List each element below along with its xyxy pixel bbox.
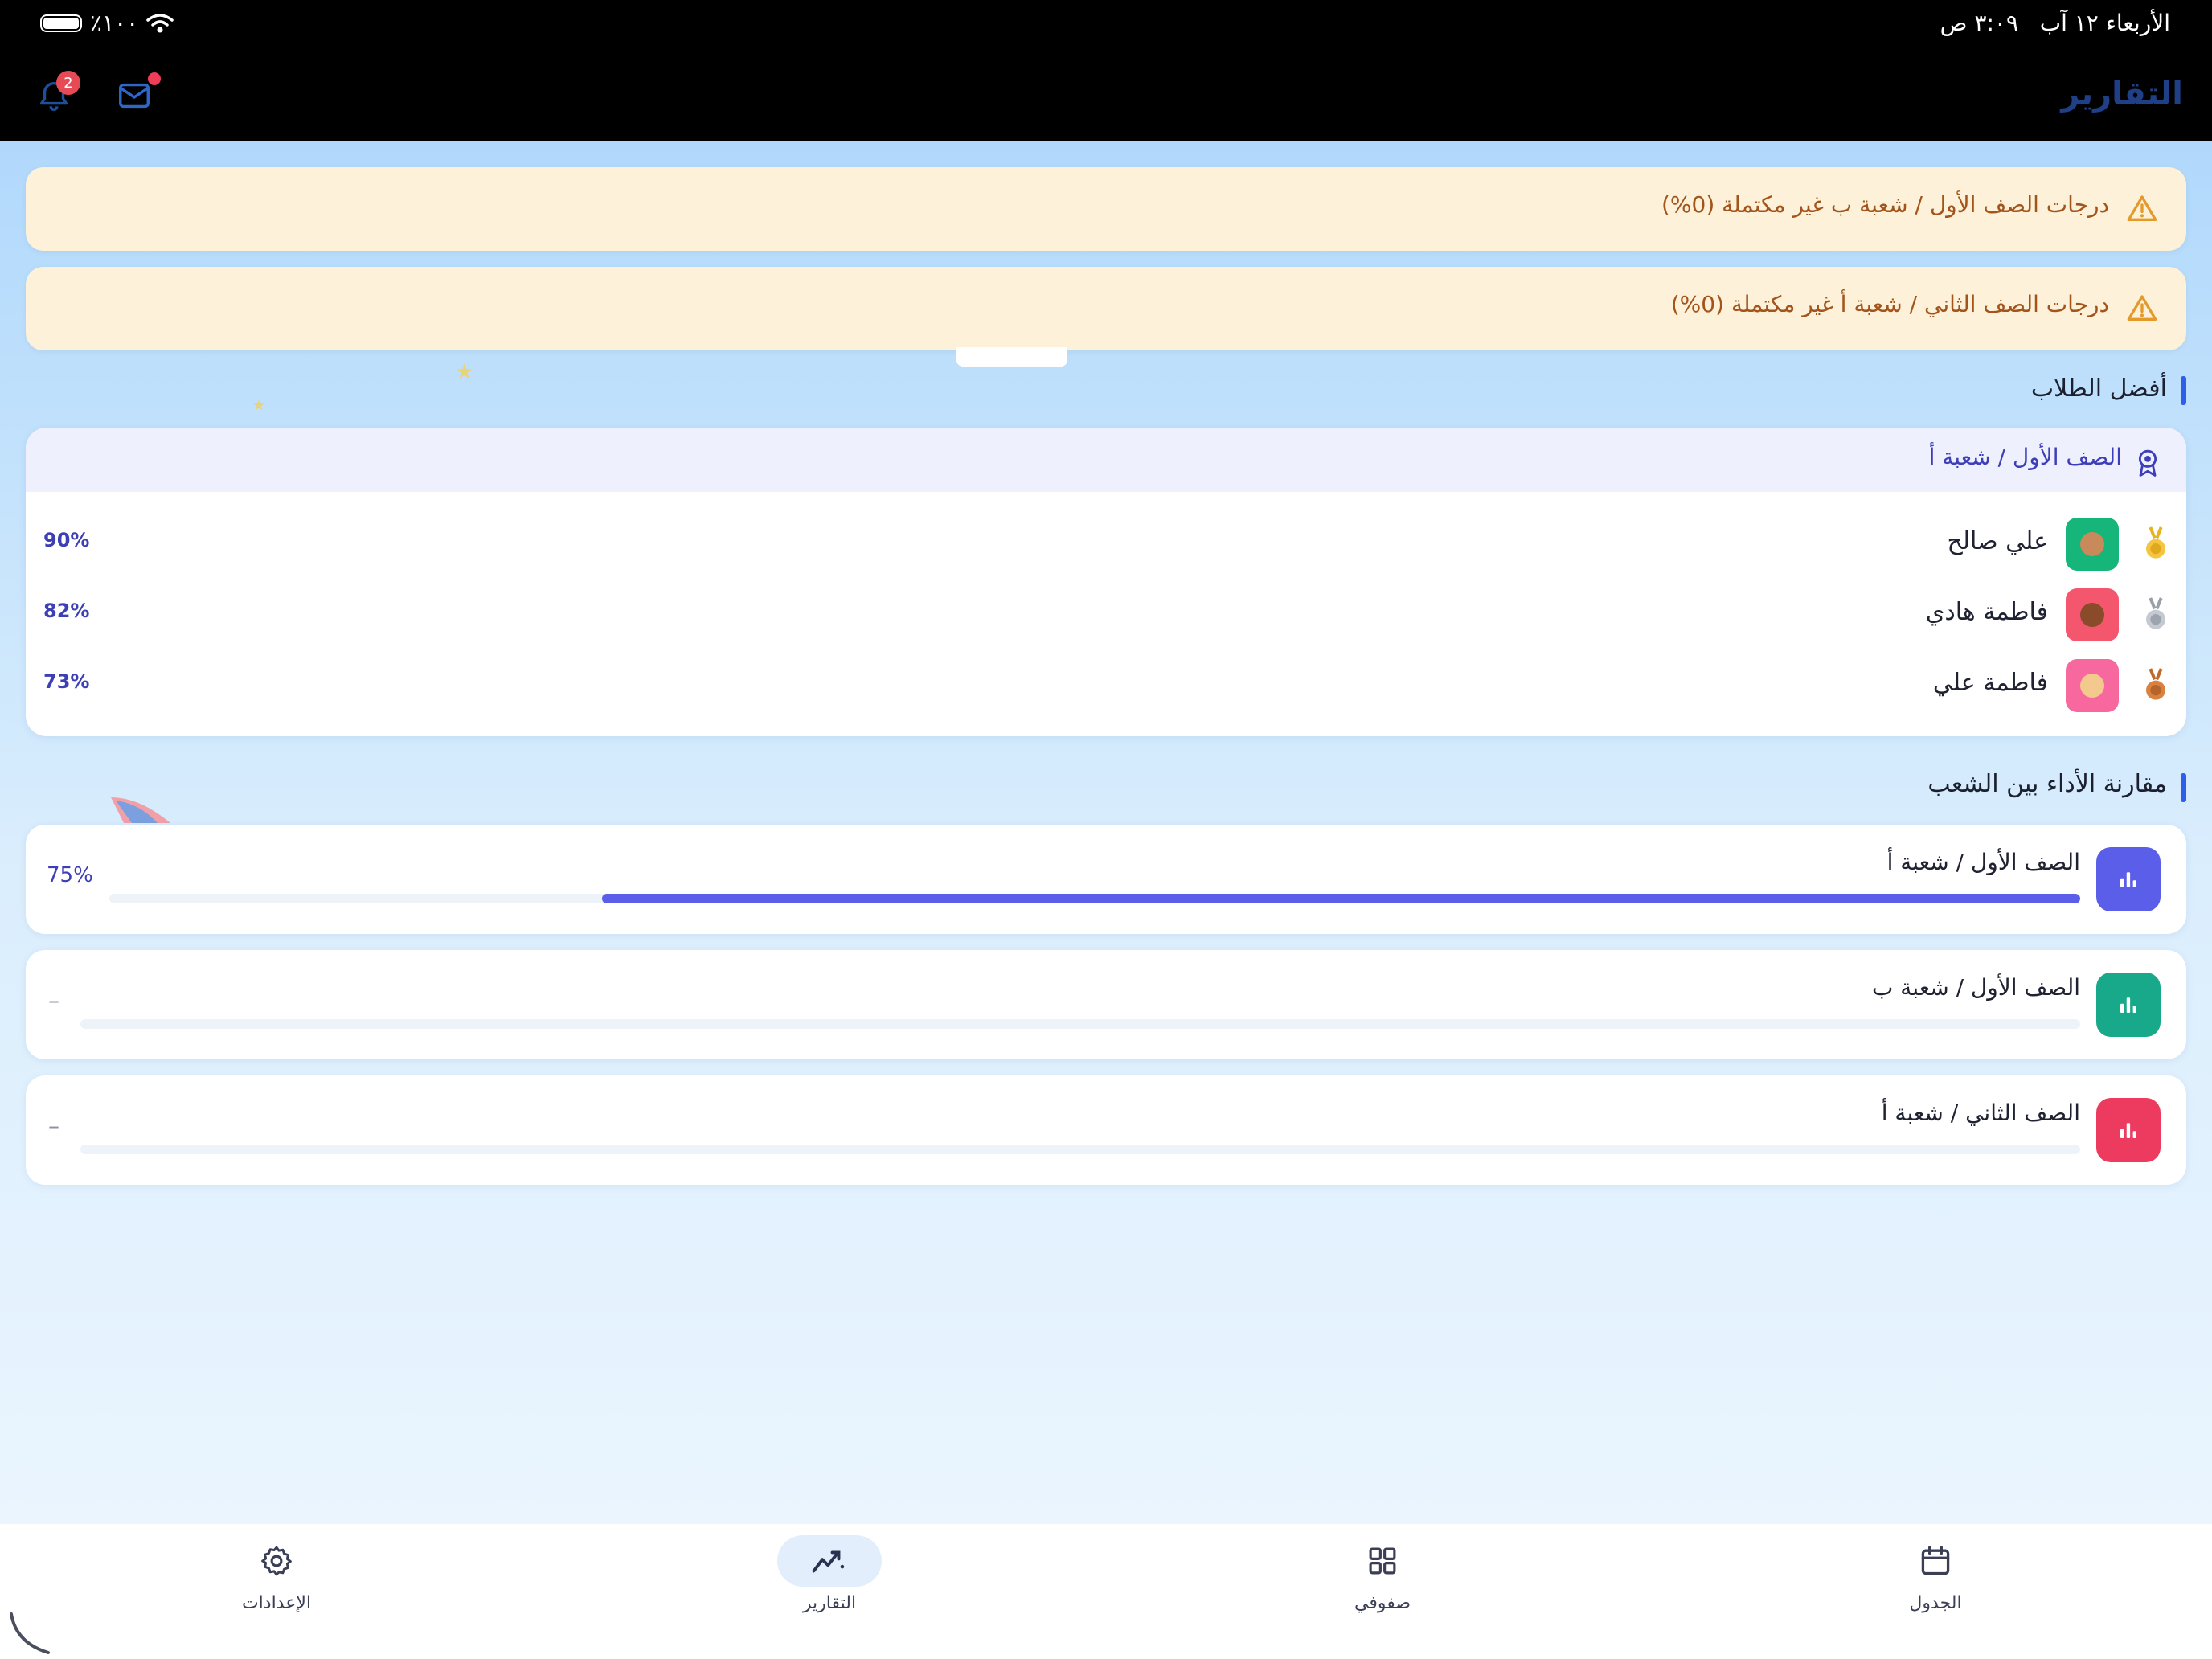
avatar <box>2066 518 2119 571</box>
student-row[interactable]: فاطمة علي 73% <box>26 649 2186 720</box>
progress-fill <box>602 894 2080 903</box>
chart-trend-icon <box>777 1535 882 1587</box>
nav-label: الإعدادات <box>241 1593 312 1613</box>
student-name: علي صالح <box>1947 527 2049 555</box>
section-accent <box>2181 376 2186 405</box>
section-score: – <box>48 987 59 1014</box>
avatar <box>2066 659 2119 712</box>
progress-track <box>109 894 2080 903</box>
bottom-navigation: الإعدادات التقارير صفوفي الجدول <box>0 1524 2212 1659</box>
award-icon <box>2138 449 2157 477</box>
section-name: الصف الأول / شعبة ب <box>1871 974 2080 1001</box>
unread-dot <box>148 72 161 85</box>
warning-icon <box>2127 295 2157 321</box>
comparison-title: مقارنة الأداء بين الشعب <box>1927 770 2167 798</box>
student-row[interactable]: علي صالح 90% <box>26 508 2186 579</box>
section-score: – <box>48 1112 59 1139</box>
notification-badge: 2 <box>56 71 80 95</box>
student-row[interactable]: فاطمة هادي 82% <box>26 579 2186 649</box>
section-score: 75% <box>47 863 93 887</box>
class-label: الصف الأول / شعبة أ <box>1928 444 2122 470</box>
battery-icon <box>40 14 82 32</box>
bar-chart-icon <box>2096 1098 2161 1162</box>
student-score: 82% <box>43 600 90 622</box>
incomplete-grades-alert[interactable]: درجات الصف الأول / شعبة ب غير مكتملة (0%… <box>26 167 2186 251</box>
silver-medal-icon <box>2146 597 2165 629</box>
student-score: 90% <box>43 529 90 551</box>
section-accent <box>2181 773 2186 802</box>
loading-spinner-icon <box>10 1612 50 1654</box>
bronze-medal-icon <box>2146 668 2165 700</box>
nav-my-classes[interactable]: صفوفي <box>1302 1535 1463 1613</box>
nav-label: الجدول <box>1909 1593 1962 1613</box>
alert-text: درجات الصف الأول / شعبة ب غير مكتملة (0%… <box>1661 191 2109 218</box>
mail-icon <box>119 83 150 109</box>
status-clock: ٣:٠٩ ص <box>1940 10 2018 36</box>
incomplete-grades-alert[interactable]: درجات الصف الثاني / شعبة أ غير مكتملة (0… <box>26 267 2186 350</box>
progress-track <box>80 1145 2080 1154</box>
wifi-icon <box>146 13 174 32</box>
top-bar: الأربعاء ١٢ آب ٣:٠٩ ص ٪١٠٠ التقارير 2 <box>0 0 2212 141</box>
status-date: الأربعاء ١٢ آب <box>2039 10 2170 36</box>
nav-settings[interactable]: الإعدادات <box>196 1535 357 1613</box>
student-score: 73% <box>43 670 90 693</box>
status-indicators: ٪١٠٠ <box>40 10 174 36</box>
battery-level: ٪١٠٠ <box>90 10 139 36</box>
nav-schedule[interactable]: الجدول <box>1855 1535 2016 1613</box>
grid-icon <box>1330 1535 1435 1587</box>
top-students-title: أفضل الطلاب <box>2030 375 2167 403</box>
status-time: الأربعاء ١٢ آب ٣:٠٩ ص <box>1940 10 2170 36</box>
student-name: فاطمة هادي <box>1925 598 2048 626</box>
top-students-class-header: الصف الأول / شعبة أ <box>26 428 2186 492</box>
scroll-handle <box>956 347 1067 367</box>
messages-button[interactable] <box>116 72 161 117</box>
top-students-card: الصف الأول / شعبة أ علي صالح 90% فاطمة ه… <box>26 428 2186 736</box>
star-decoration: ★ <box>252 397 266 414</box>
section-name: الصف الثاني / شعبة أ <box>1881 1100 2080 1126</box>
nav-label: التقارير <box>802 1593 857 1613</box>
page-title: التقارير <box>2061 76 2183 113</box>
avatar <box>2066 588 2119 641</box>
section-performance-row[interactable]: الصف الأول / شعبة أ 75% <box>26 825 2186 934</box>
nav-label: صفوفي <box>1354 1593 1411 1613</box>
section-name: الصف الأول / شعبة أ <box>1886 849 2080 875</box>
calendar-icon <box>1883 1535 1988 1587</box>
nav-reports[interactable]: التقارير <box>749 1535 910 1613</box>
gear-icon <box>224 1535 329 1587</box>
section-performance-row[interactable]: الصف الأول / شعبة ب – <box>26 950 2186 1059</box>
star-decoration: ★ <box>455 360 474 384</box>
bar-chart-icon <box>2096 847 2161 911</box>
progress-track <box>80 1019 2080 1029</box>
student-name: فاطمة علي <box>1932 669 2048 697</box>
alert-text: درجات الصف الثاني / شعبة أ غير مكتملة (0… <box>1670 291 2109 317</box>
gold-medal-icon <box>2146 526 2165 559</box>
bar-chart-icon <box>2096 973 2161 1037</box>
notifications-button[interactable]: 2 <box>35 71 80 117</box>
warning-icon <box>2127 195 2157 221</box>
rocket-decoration <box>111 797 170 823</box>
section-performance-row[interactable]: الصف الثاني / شعبة أ – <box>26 1075 2186 1185</box>
